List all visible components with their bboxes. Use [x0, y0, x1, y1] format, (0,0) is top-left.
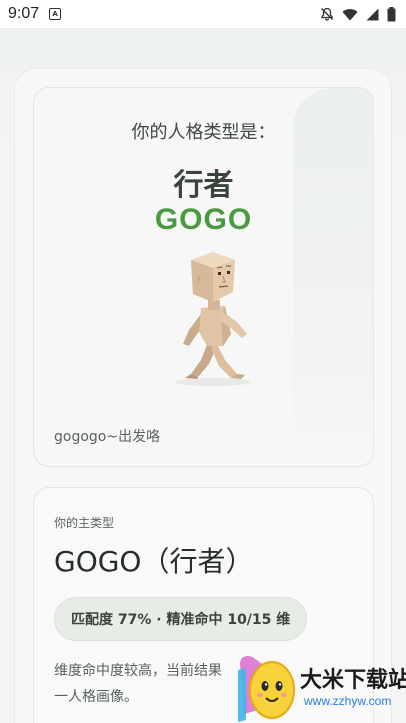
watermark-url: www.zzhyw.com	[304, 694, 392, 708]
match-score-badge: 匹配度 77% · 精准命中 10/15 维	[54, 597, 308, 641]
personality-type-name: 行者	[173, 168, 234, 203]
main-type-label: 你的主类型	[54, 516, 115, 530]
wifi-icon	[342, 8, 358, 20]
watermark: 大米下载站 www.zzhyw.com	[232, 650, 406, 723]
description-line-1: 维度命中度较高，当前结果	[54, 663, 222, 679]
battery-icon	[387, 6, 396, 21]
status-bar: 9:07 A	[0, 0, 406, 28]
result-card: 你的人格类型是： 行者 GOGO gogogo~出发咯	[33, 87, 374, 467]
result-prompt: 你的人格类型是：	[131, 122, 276, 143]
watermark-title: 大米下载站	[300, 668, 406, 693]
notification-icon: A	[49, 8, 62, 20]
mascot-logo-icon	[238, 656, 295, 722]
card-decoration	[293, 88, 373, 466]
signal-icon	[366, 8, 379, 20]
walking-character-illustration	[175, 252, 251, 386]
personality-type-code: GOGO	[154, 203, 253, 236]
description-line-2: 一人格画像。	[54, 689, 138, 705]
status-time: 9:07	[8, 5, 40, 22]
main-type-title: GOGO（行者）	[54, 545, 254, 578]
mute-bell-icon	[321, 7, 333, 21]
result-tagline: gogogo~出发咯	[54, 429, 161, 445]
